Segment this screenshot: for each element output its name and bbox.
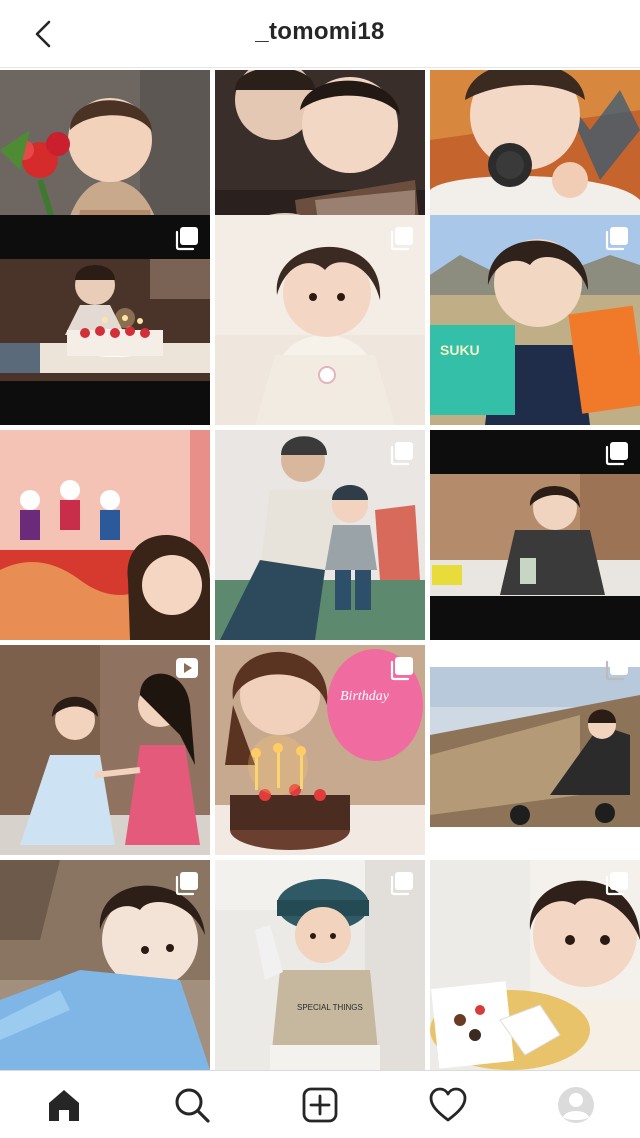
top-bar: _tomomi18	[0, 0, 640, 68]
bottom-nav-bar	[0, 1070, 640, 1138]
carousel-icon	[605, 442, 628, 466]
profile-avatar-icon	[558, 1087, 594, 1123]
activity-heart-icon	[429, 1087, 467, 1122]
post-tile[interactable]	[430, 860, 640, 1070]
post-grid: SUKU Birthday SPECIAL THINGS	[0, 70, 640, 1070]
carousel-icon	[605, 227, 628, 251]
video-icon	[176, 658, 198, 678]
carousel-icon	[390, 657, 413, 681]
nav-search-button[interactable]	[170, 1083, 214, 1127]
letterbox-band	[0, 381, 210, 425]
carousel-icon	[390, 227, 413, 251]
carousel-icon	[175, 872, 198, 896]
svg-text:SPECIAL THINGS: SPECIAL THINGS	[297, 1003, 363, 1012]
nav-profile-button[interactable]	[554, 1083, 598, 1127]
nav-home-button[interactable]	[42, 1083, 86, 1127]
letterbox-band	[430, 596, 640, 640]
carousel-icon	[605, 872, 628, 896]
post-tile[interactable]	[0, 215, 210, 425]
carousel-icon	[390, 442, 413, 466]
post-tile[interactable]: SPECIAL THINGS	[215, 860, 425, 1070]
carousel-icon	[605, 657, 628, 681]
post-tile[interactable]	[215, 215, 425, 425]
carousel-icon	[390, 872, 413, 896]
search-icon	[175, 1088, 210, 1123]
svg-text:SUKU: SUKU	[440, 342, 480, 358]
post-tile[interactable]	[430, 645, 640, 855]
new-post-icon	[302, 1087, 338, 1123]
post-tile[interactable]: Birthday	[215, 645, 425, 855]
svg-text:Birthday: Birthday	[340, 689, 390, 704]
post-photo	[0, 430, 210, 640]
post-tile[interactable]	[215, 430, 425, 640]
home-icon	[49, 1090, 79, 1121]
nav-activity-button[interactable]	[426, 1083, 470, 1127]
profile-username: _tomomi18	[255, 18, 385, 45]
nav-new-post-button[interactable]	[298, 1083, 342, 1127]
carousel-icon	[175, 227, 198, 251]
post-tile[interactable]	[0, 860, 210, 1070]
post-tile[interactable]	[0, 430, 210, 640]
post-tile[interactable]	[0, 645, 210, 855]
post-tile[interactable]	[430, 430, 640, 640]
post-tile[interactable]: SUKU	[430, 215, 640, 425]
